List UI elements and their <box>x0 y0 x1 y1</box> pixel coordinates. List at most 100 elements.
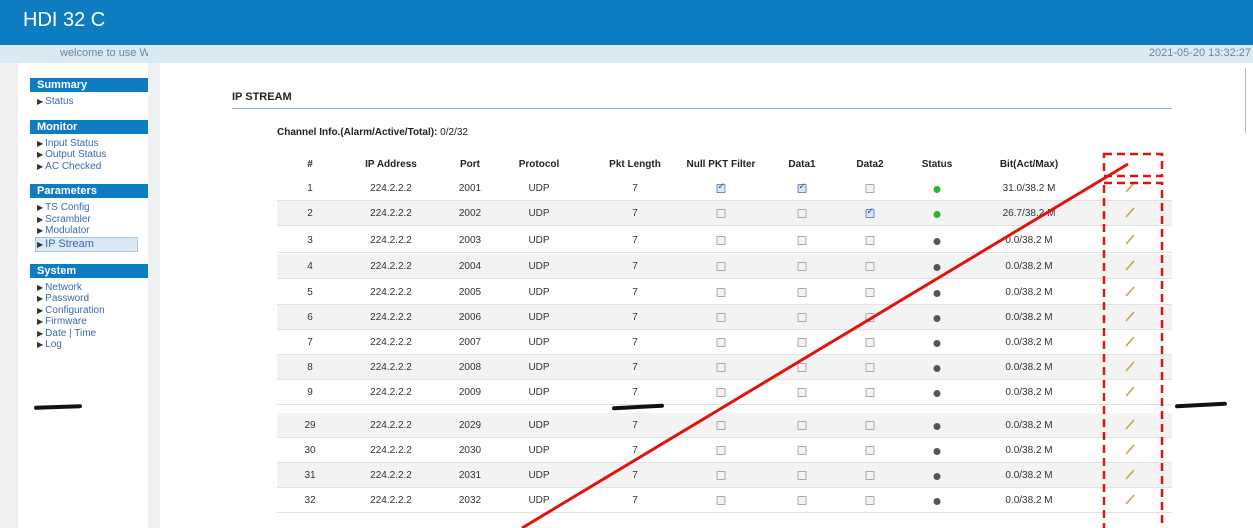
cell-ip: 224.2.2.2 <box>370 445 412 456</box>
pencil-icon[interactable] <box>1123 467 1137 481</box>
data1-checkbox[interactable] <box>797 262 807 271</box>
cell-pkt: 7 <box>632 445 638 456</box>
pencil-icon[interactable] <box>1123 442 1137 456</box>
data1-checkbox[interactable] <box>797 236 807 245</box>
pencil-icon[interactable] <box>1123 359 1137 373</box>
sidebar-heading: Monitor <box>30 119 148 134</box>
data1-checkbox[interactable] <box>797 338 807 347</box>
sidebar-item-password[interactable]: ▶ Password <box>37 293 148 305</box>
sidebar-item-network[interactable]: ▶ Network <box>37 282 148 294</box>
sidebar-item-label: Log <box>45 339 62 350</box>
cell-protocol: UDP <box>528 445 550 456</box>
current-datetime: 2021-05-20 13:32:27 <box>1148 47 1251 59</box>
null-filter-checkbox[interactable] <box>716 262 726 271</box>
sidebar-item-modulator[interactable]: ▶ Modulator <box>37 225 148 237</box>
cell-bitrate: 0.0/38.2 M <box>1005 235 1053 246</box>
pencil-icon[interactable] <box>1123 492 1137 506</box>
pencil-icon[interactable] <box>1123 232 1137 246</box>
sidebar-items: ▶ TS Config ▶ Scrambler ▶ Modulator ▶ IP Stream <box>30 198 148 254</box>
triangle-right-icon: ▶ <box>37 138 44 148</box>
data2-checkbox[interactable] <box>865 262 875 271</box>
sidebar-item-output-status[interactable]: ▶ Output Status <box>37 149 148 161</box>
null-filter-checkbox[interactable] <box>716 338 726 347</box>
sidebar-divider <box>148 63 160 528</box>
data1-checkbox[interactable] <box>797 421 807 430</box>
cell-protocol: UDP <box>528 261 550 272</box>
cell-ip: 224.2.2.2 <box>370 208 412 219</box>
status-dot-icon <box>933 390 941 397</box>
data2-checkbox[interactable] <box>865 288 875 297</box>
data2-checkbox[interactable] <box>865 363 875 372</box>
null-filter-checkbox[interactable] <box>716 496 726 505</box>
data1-checkbox[interactable] <box>797 388 807 397</box>
data2-checkbox[interactable] <box>865 496 875 505</box>
data2-checkbox[interactable] <box>865 471 875 480</box>
data1-checkbox[interactable] <box>797 363 807 372</box>
null-filter-checkbox[interactable] <box>716 421 726 430</box>
data1-checkbox[interactable] <box>797 471 807 480</box>
cell-protocol: UDP <box>528 312 550 323</box>
null-filter-checkbox[interactable] <box>716 236 726 245</box>
data2-checkbox[interactable] <box>865 184 875 193</box>
sidebar-item-ip-stream[interactable]: ▶ IP Stream <box>35 236 138 252</box>
cell-bitrate: 0.0/38.2 M <box>1005 337 1053 348</box>
null-filter-checkbox[interactable] <box>716 388 726 397</box>
pencil-icon[interactable] <box>1123 284 1137 298</box>
cell-ip: 224.2.2.2 <box>370 387 412 398</box>
data1-checkbox[interactable] <box>797 446 807 455</box>
triangle-right-icon: ▶ <box>37 150 44 159</box>
cell-pkt: 7 <box>632 183 638 194</box>
data2-checkbox[interactable] <box>865 446 875 455</box>
cell-port: 2001 <box>458 183 482 194</box>
sidebar-item-firmware[interactable]: ▶ Firmware <box>37 316 148 328</box>
data1-checkbox[interactable] <box>797 288 807 297</box>
cell-num: 30 <box>304 445 316 456</box>
cell-pkt: 7 <box>632 312 638 323</box>
pencil-icon[interactable] <box>1123 417 1137 431</box>
null-filter-checkbox[interactable] <box>716 182 726 193</box>
cell-protocol: UDP <box>528 387 550 398</box>
data1-checkbox[interactable] <box>797 313 807 322</box>
pencil-icon[interactable] <box>1123 334 1137 348</box>
table-row: 2 224.2.2.2 2002 UDP 7 26.7/38.2 M <box>277 201 1172 226</box>
sidebar-group-parameters: Parameters ▶ TS Config ▶ Scrambler ▶ Modulator… <box>30 184 148 254</box>
cell-bitrate: 0.0/38.2 M <box>1005 445 1053 456</box>
sidebar-item-label: Firmware <box>45 316 87 327</box>
sidebar-item-input-status[interactable]: ▶ Input Status <box>37 138 148 150</box>
data2-checkbox[interactable] <box>865 207 875 218</box>
pencil-icon[interactable] <box>1123 180 1137 194</box>
pencil-icon[interactable] <box>1123 258 1137 272</box>
sidebar-item-ts-config[interactable]: ▶ TS Config <box>37 202 148 214</box>
status-dot-icon <box>933 448 941 455</box>
cell-port: 2002 <box>458 208 482 219</box>
sidebar-item-configuration[interactable]: ▶ Configuration <box>37 305 148 317</box>
data1-checkbox[interactable] <box>797 209 807 218</box>
data2-checkbox[interactable] <box>865 388 875 397</box>
pencil-icon[interactable] <box>1123 205 1137 219</box>
sidebar-item-label: Scrambler <box>45 213 91 225</box>
cell-pkt: 7 <box>632 208 638 219</box>
cell-ip: 224.2.2.2 <box>370 287 412 298</box>
status-dot-icon <box>933 473 941 480</box>
data2-checkbox[interactable] <box>865 421 875 430</box>
cell-ip: 224.2.2.2 <box>370 362 412 373</box>
null-filter-checkbox[interactable] <box>716 209 726 218</box>
sidebar-item-scrambler[interactable]: ▶ Scrambler <box>37 214 148 226</box>
data1-checkbox[interactable] <box>797 182 807 193</box>
data2-checkbox[interactable] <box>865 338 875 347</box>
sidebar-item-log[interactable]: ▶ Log <box>37 339 148 351</box>
data2-checkbox[interactable] <box>865 313 875 322</box>
sidebar-item-ac-checked[interactable]: ▶ AC Checked <box>37 161 148 173</box>
sidebar-item-date-time[interactable]: ▶ Date | Time <box>37 328 148 340</box>
null-filter-checkbox[interactable] <box>716 363 726 372</box>
data2-checkbox[interactable] <box>865 236 875 245</box>
cell-protocol: UDP <box>528 420 550 431</box>
null-filter-checkbox[interactable] <box>716 313 726 322</box>
null-filter-checkbox[interactable] <box>716 288 726 297</box>
sidebar-item-status[interactable]: ▶ Status <box>37 96 148 108</box>
data1-checkbox[interactable] <box>797 496 807 505</box>
pencil-icon[interactable] <box>1123 384 1137 398</box>
pencil-icon[interactable] <box>1123 309 1137 323</box>
null-filter-checkbox[interactable] <box>716 471 726 480</box>
null-filter-checkbox[interactable] <box>716 446 726 455</box>
